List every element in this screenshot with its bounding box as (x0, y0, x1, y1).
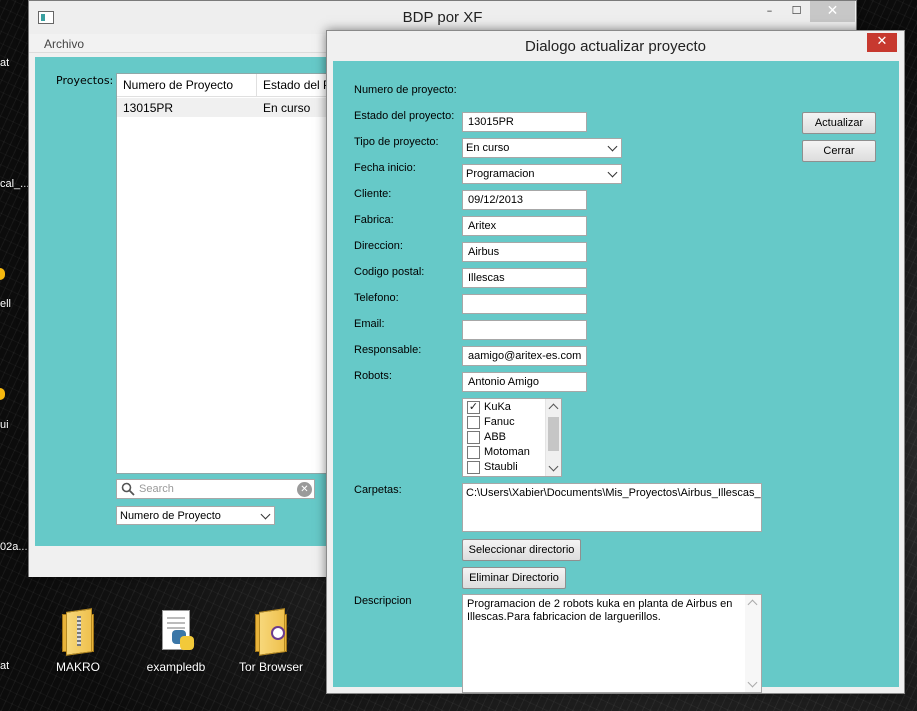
descripcion-textarea[interactable]: Programacion de 2 robots kuka en planta … (462, 594, 762, 693)
minimize-button[interactable]: – (756, 1, 783, 22)
codigo-postal-label: Codigo postal: (354, 266, 425, 278)
column-header-numero[interactable]: Numero de Proyecto (123, 78, 233, 92)
desktop-icon-label: MAKRO (55, 660, 100, 674)
direccion-field[interactable]: Illescas (462, 268, 587, 288)
tipo-label: Tipo de proyecto: (354, 136, 439, 148)
codigo-postal-field[interactable] (462, 294, 587, 314)
zip-folder-icon (58, 608, 98, 656)
numero-field[interactable]: 13015PR (462, 112, 587, 132)
robots-list[interactable]: ✓ KuKa Fanuc ABB Motoman Staubli (462, 398, 562, 477)
column-header-estado[interactable]: Estado del P (263, 78, 330, 92)
eliminar-directorio-button[interactable]: Eliminar Directorio (462, 567, 566, 589)
actualizar-button[interactable]: Actualizar (802, 112, 876, 134)
checkbox[interactable] (467, 461, 480, 474)
sort-field-select[interactable]: Numero de Proyecto (116, 506, 275, 525)
column-divider[interactable] (256, 74, 257, 97)
close-button[interactable]: ✕ (810, 1, 855, 22)
search-icon (121, 482, 135, 496)
scroll-up-icon[interactable] (548, 403, 559, 414)
desktop-edge-label[interactable]: ell (0, 298, 11, 310)
cliente-label: Cliente: (354, 188, 392, 200)
chevron-down-icon (607, 167, 618, 178)
cell-numero: 13015PR (123, 101, 174, 115)
telefono-label: Telefono: (354, 292, 399, 304)
descripcion-label: Descripcion (354, 595, 412, 607)
desktop-edge-label[interactable]: cal_... (0, 178, 29, 190)
search-placeholder: Search (139, 483, 174, 495)
chevron-down-icon (607, 141, 618, 152)
telefono-field[interactable] (462, 320, 587, 340)
estado-label: Estado del proyecto: (354, 110, 455, 122)
carpetas-list[interactable]: C:\Users\Xabier\Documents\Mis_Proyectos\… (462, 483, 762, 532)
cliente-field[interactable]: Aritex (462, 216, 587, 236)
chevron-down-icon (260, 509, 271, 520)
robots-scrollbar[interactable] (545, 399, 561, 476)
fecha-label: Fecha inicio: (354, 162, 416, 174)
desktop-icon-label: Tor Browser (238, 660, 303, 674)
desktop-icon-exampledb[interactable]: exampledb (136, 610, 216, 674)
maximize-button[interactable]: ☐ (783, 1, 810, 22)
fecha-field[interactable]: 09/12/2013 (462, 190, 587, 210)
scroll-thumb[interactable] (548, 417, 559, 451)
robot-name: Motoman (484, 446, 530, 458)
descripcion-text: Programacion de 2 robots kuka en planta … (467, 598, 733, 623)
robot-name: KuKa (484, 401, 511, 413)
direccion-label: Direccion: (354, 240, 403, 252)
projects-label: Proyectos: (56, 74, 114, 87)
tipo-value: Programacion (466, 168, 535, 180)
projects-table[interactable]: Numero de Proyecto Estado del P 13015PR … (116, 73, 331, 474)
tipo-select[interactable]: Programacion (462, 164, 622, 184)
table-row[interactable]: 13015PR En curso (117, 98, 330, 117)
checkbox-checked[interactable]: ✓ (467, 401, 480, 414)
checkbox[interactable] (467, 416, 480, 429)
dialog-title: Dialogo actualizar proyecto (525, 38, 706, 55)
update-project-dialog: Dialogo actualizar proyecto ✕ Numero de … (326, 30, 905, 694)
desktop-edge-label[interactable]: 02a... (0, 541, 28, 553)
carpeta-path[interactable]: C:\Users\Xabier\Documents\Mis_Proyectos\… (466, 487, 761, 499)
robot-name: ABB (484, 431, 507, 443)
desktop-edge-label[interactable]: at (0, 660, 9, 672)
cell-estado: En curso (263, 101, 311, 115)
estado-value: En curso (466, 142, 510, 154)
clear-search-icon[interactable]: ✕ (297, 482, 312, 497)
carpetas-label: Carpetas: (354, 484, 402, 496)
email-label: Email: (354, 318, 385, 330)
main-window-title: BDP por XF (402, 9, 483, 26)
seleccionar-directorio-button[interactable]: Seleccionar directorio (462, 539, 581, 561)
estado-select[interactable]: En curso (462, 138, 622, 158)
responsable-label: Responsable: (354, 344, 422, 356)
table-header: Numero de Proyecto Estado del P (117, 74, 330, 97)
scroll-down-icon[interactable] (548, 461, 559, 472)
email-field[interactable]: aamigo@aritex-es.com (462, 346, 587, 366)
python-file-icon (156, 610, 196, 654)
desktop-icon-label: exampledb (146, 660, 206, 674)
scroll-down-icon[interactable] (747, 677, 758, 688)
checkbox[interactable] (467, 446, 480, 459)
dialog-content: Numero de proyecto: 13015PR Estado del p… (333, 61, 899, 693)
numero-label: Numero de proyecto: (354, 84, 457, 96)
checkbox[interactable] (467, 431, 480, 444)
desktop-icon-makro[interactable]: MAKRO (38, 608, 118, 674)
folder-icon (251, 608, 291, 656)
scroll-up-icon[interactable] (747, 599, 758, 610)
sort-field-value: Numero de Proyecto (120, 510, 221, 522)
desktop-edge-label[interactable]: at (0, 57, 9, 69)
robot-name: Fanuc (484, 416, 515, 428)
robots-label: Robots: (354, 370, 392, 382)
desktop-edge-label[interactable]: ui (0, 419, 9, 431)
menu-archivo[interactable]: Archivo (44, 37, 84, 51)
descripcion-scrollbar[interactable] (745, 595, 761, 692)
dialog-close-button[interactable]: ✕ (867, 33, 897, 52)
responsable-field[interactable]: Antonio Amigo (462, 372, 587, 392)
cerrar-button[interactable]: Cerrar (802, 140, 876, 162)
desktop-icon-tor-browser[interactable]: Tor Browser (231, 608, 311, 674)
fabrica-label: Fabrica: (354, 214, 394, 226)
search-input[interactable]: Search ✕ (116, 479, 315, 499)
robot-name: Staubli (484, 461, 518, 473)
fabrica-field[interactable]: Airbus (462, 242, 587, 262)
